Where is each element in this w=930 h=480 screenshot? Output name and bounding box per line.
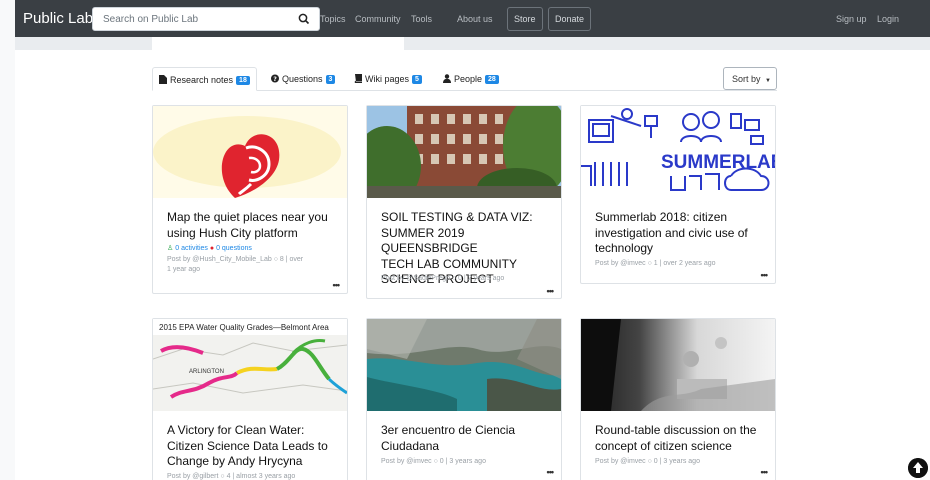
more-options-icon[interactable]: ••• — [761, 467, 769, 477]
title-line: A Victory for Clean Water: — [167, 423, 305, 437]
sort-label: Sort by — [732, 74, 761, 84]
count-badge: 5 — [412, 75, 422, 84]
card-title[interactable]: A Victory for Clean Water: Citizen Scien… — [167, 423, 328, 470]
scroll-to-top-icon[interactable] — [908, 458, 928, 478]
user-icon — [443, 74, 451, 83]
card-meta: Post by @SadiePrego ○ 0 | 2 years ago — [381, 274, 504, 284]
nav-link-community[interactable]: Community — [355, 14, 401, 24]
search-placeholder: Search on Public Lab — [103, 14, 199, 25]
count-badge: 18 — [236, 76, 250, 85]
count-badge: 28 — [485, 75, 499, 84]
title-line: Round-table discussion on the — [595, 423, 757, 437]
meta-line: Post by @imvec ○ 0 | 3 years ago — [381, 458, 486, 465]
title-line: technology — [595, 241, 654, 255]
caret-down-icon: ▼ — [765, 78, 771, 84]
file-icon — [159, 75, 167, 84]
note-card[interactable]: 2015 EPA Water Quality Grades—Belmont Ar… — [152, 318, 348, 480]
activity-icon: ♙ — [167, 245, 174, 252]
count-badge: 3 — [325, 75, 336, 84]
meta-line: Post by @imvec ○ 0 | 3 years ago — [595, 458, 700, 465]
title-line: using Hush City platform — [167, 225, 298, 240]
nav-link-about[interactable]: About us — [457, 14, 493, 24]
note-card[interactable]: SOIL TESTING & DATA VIZ: SUMMER 2019 QUE… — [366, 105, 562, 299]
title-line: TECH LAB COMMUNITY — [381, 256, 518, 271]
card-title[interactable]: 3er encuentro de Ciencia Ciudadana — [381, 423, 515, 454]
title-line: Map the quiet places near you — [167, 210, 328, 224]
card-meta: Post by @imvec ○ 0 | 3 years ago — [595, 457, 700, 467]
svg-text:?: ? — [273, 76, 277, 83]
tab-label: Wiki pages — [365, 74, 410, 84]
card-image[interactable] — [581, 319, 775, 411]
question-icon: ? — [271, 74, 279, 83]
sub-header-active-tab — [152, 37, 404, 50]
login-link[interactable]: Login — [877, 14, 899, 24]
search-input[interactable]: Search on Public Lab — [92, 7, 320, 31]
tab-label: People — [454, 74, 483, 84]
content-tabs: Research notes 18 ? Questions 3 Wiki pages 5… — [152, 67, 777, 91]
summerlab-logo-text: SUMMERLAB — [661, 152, 775, 173]
card-meta: Post by @imvec ○ 0 | 3 years ago — [381, 457, 486, 467]
card-meta: Post by @imvec ○ 1 | over 2 years ago — [595, 259, 716, 269]
map-caption: 2015 EPA Water Quality Grades—Belmont Ar… — [159, 323, 329, 332]
meta-line: Post by @SadiePrego ○ 0 | 2 years ago — [381, 275, 505, 282]
question-circle-icon: ● — [209, 245, 215, 252]
note-card[interactable]: Map the quiet places near you using Hush… — [152, 105, 348, 294]
tab-label: Research notes — [170, 75, 234, 85]
card-meta: Post by @Hush_City_Mobile_Lab ○ 8 | over… — [167, 255, 303, 275]
map-label: ARLINGTON — [189, 369, 224, 375]
donate-button[interactable]: Donate — [548, 7, 592, 31]
title-line: Citizen Science Data Leads to — [167, 438, 328, 453]
sub-header-bar — [15, 37, 930, 50]
card-activity-links: ♙ 0 activities ● 0 questions — [167, 244, 252, 252]
more-options-icon[interactable]: ••• — [547, 286, 555, 296]
tab-research-notes[interactable]: Research notes 18 — [152, 67, 257, 91]
note-card[interactable]: Round-table discussion on the concept of… — [580, 318, 776, 480]
more-options-icon[interactable]: ••• — [547, 467, 555, 477]
tab-label: Questions — [282, 74, 323, 84]
card-image[interactable] — [367, 106, 561, 198]
signup-link[interactable]: Sign up — [836, 14, 867, 24]
page-frame: Public Lab Search on Public Lab Topics C… — [15, 0, 930, 480]
nav-link-topics[interactable]: Topics — [320, 14, 346, 24]
title-line: investigation and civic use of — [595, 225, 748, 240]
sort-dropdown[interactable]: Sort by ▼ — [723, 67, 777, 90]
meta-line: 1 year ago — [167, 266, 201, 273]
card-image[interactable] — [367, 319, 561, 411]
card-image[interactable]: SUMMERLAB — [581, 106, 775, 198]
meta-line: Post by @Hush_City_Mobile_Lab ○ 8 | over — [167, 256, 304, 263]
card-meta: Post by @gilbert ○ 4 | almost 3 years ag… — [167, 472, 295, 480]
title-line: SUMMER 2019 QUEENSBRIDGE — [381, 225, 478, 256]
search-icon[interactable] — [297, 12, 311, 26]
meta-line: Post by @gilbert ○ 4 | almost 3 years ag… — [167, 473, 296, 480]
top-navbar: Public Lab Search on Public Lab Topics C… — [15, 0, 930, 37]
tab-wiki-pages[interactable]: Wiki pages 5 — [354, 67, 422, 91]
title-line: Summerlab 2018: citizen — [595, 210, 728, 224]
questions-link[interactable]: 0 questions — [216, 245, 252, 252]
brand-logo[interactable]: Public Lab — [23, 10, 93, 27]
title-line: 3er encuentro de Ciencia — [381, 423, 516, 437]
card-title[interactable]: Round-table discussion on the concept of… — [595, 423, 756, 454]
activities-link[interactable]: 0 activities — [175, 245, 208, 252]
title-line: SOIL TESTING & DATA VIZ: — [381, 210, 533, 224]
book-icon — [354, 74, 362, 83]
note-card[interactable]: SUMMERLAB Summerlab 2018: citizen invest… — [580, 105, 776, 284]
tab-people[interactable]: People 28 — [443, 67, 499, 91]
more-options-icon[interactable]: ••• — [333, 280, 341, 290]
card-image[interactable] — [153, 106, 347, 198]
nav-link-tools[interactable]: Tools — [411, 14, 432, 24]
title-line: concept of citizen science — [595, 438, 732, 453]
card-title[interactable]: Summerlab 2018: citizen investigation an… — [595, 210, 748, 257]
card-image[interactable]: 2015 EPA Water Quality Grades—Belmont Ar… — [153, 319, 347, 411]
title-line: Change by Andy Hrycyna — [167, 454, 303, 468]
note-card[interactable]: 3er encuentro de Ciencia Ciudadana Post … — [366, 318, 562, 480]
tab-questions[interactable]: ? Questions 3 — [271, 67, 336, 91]
more-options-icon[interactable]: ••• — [761, 270, 769, 280]
store-button[interactable]: Store — [507, 7, 543, 31]
card-title[interactable]: Map the quiet places near you using Hush… — [167, 210, 328, 241]
title-line: Ciudadana — [381, 438, 440, 453]
meta-line: Post by @imvec ○ 1 | over 2 years ago — [595, 260, 716, 267]
